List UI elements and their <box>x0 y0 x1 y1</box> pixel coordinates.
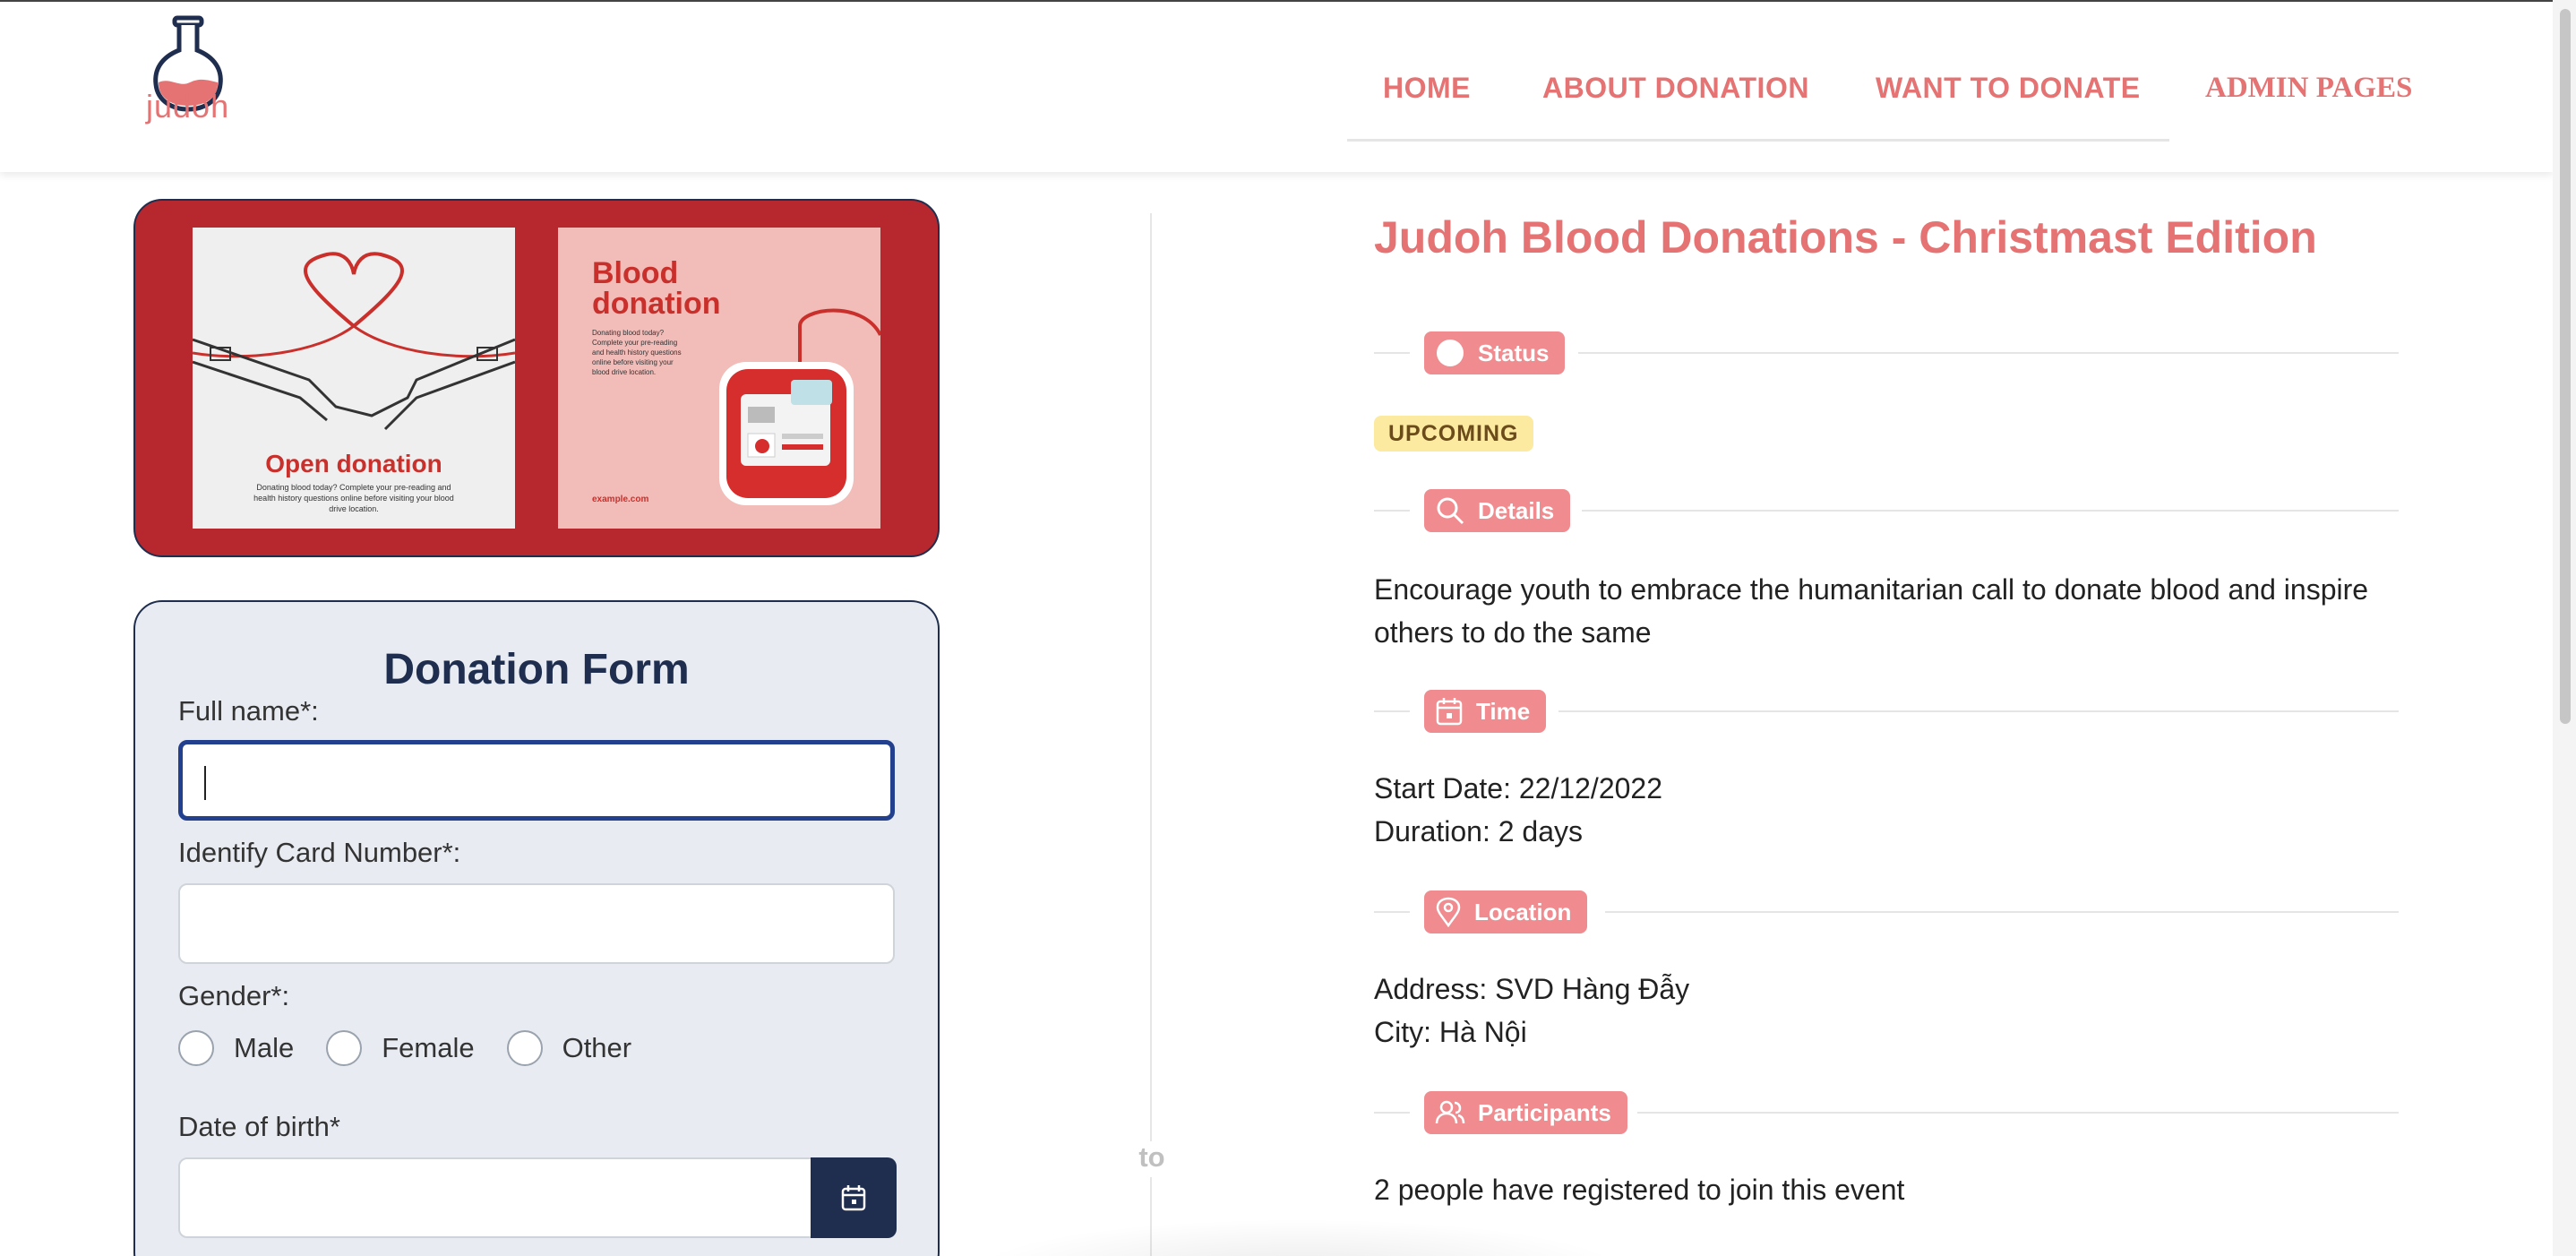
gender-radio-other[interactable] <box>506 1030 543 1066</box>
donation-form: Donation Form Full name*: Identify Card … <box>133 600 940 1256</box>
dob-label: Date of birth* <box>178 1111 340 1142</box>
users-icon <box>1435 1100 1465 1124</box>
poster1-text: Donating blood today? Complete your pre-… <box>253 483 454 513</box>
status-badge: UPCOMING <box>1374 416 1533 452</box>
poster-blood-donation: Blood donation Donating blood today? Com… <box>558 228 880 529</box>
event-banner: Open donation Donating blood today? Comp… <box>133 199 940 557</box>
scrollbar-thumb[interactable] <box>2560 9 2571 724</box>
time-chip-label: Time <box>1476 697 1531 725</box>
poster1-title: Open donation <box>265 450 442 477</box>
status-chip: Status <box>1424 331 1566 374</box>
full-name-input[interactable] <box>178 740 895 821</box>
gender-radio-group: Male Female Other <box>178 1028 664 1068</box>
details-chip-label: Details <box>1478 496 1555 524</box>
divider-label: to <box>1132 1141 1172 1177</box>
form-title: Donation Form <box>383 646 690 693</box>
logo-text[interactable]: judoh <box>146 88 229 125</box>
gender-radio-female[interactable] <box>326 1030 363 1066</box>
participants-chip-label: Participants <box>1478 1098 1611 1126</box>
gender-label-female: Female <box>382 1032 475 1063</box>
time-chip: Time <box>1424 690 1547 733</box>
map-pin-icon <box>1436 897 1461 927</box>
gender-label: Gender*: <box>178 980 290 1011</box>
gender-label-other: Other <box>562 1032 632 1063</box>
participants-chip: Participants <box>1424 1091 1627 1134</box>
dob-input[interactable] <box>178 1157 814 1238</box>
toggle-icon <box>1437 340 1464 366</box>
calendar-button[interactable] <box>811 1157 897 1238</box>
poster-open-donation: Open donation Donating blood today? Comp… <box>192 228 516 529</box>
nav-home[interactable]: HOME <box>1383 72 1471 105</box>
nav-admin-pages[interactable]: ADMIN PAGES <box>2205 72 2412 105</box>
details-chip: Details <box>1424 489 1571 532</box>
text-caret <box>204 766 206 800</box>
poster2-url: example.com <box>592 495 649 504</box>
event-title: Judoh Blood Donations - Christmast Editi… <box>1374 212 2317 262</box>
gender-radio-male[interactable] <box>178 1030 214 1066</box>
main-nav: HOME ABOUT DONATION WANT TO DONATE <box>1347 38 2169 142</box>
bottom-shadow <box>967 1218 1630 1256</box>
site-header: judoh HOME ABOUT DONATION WANT TO DONATE… <box>0 2 2553 172</box>
details-text: Encourage youth to embrace the humanitar… <box>1374 573 2369 649</box>
nav-about-donation[interactable]: ABOUT DONATION <box>1542 72 1809 105</box>
address: Address: SVD Hàng Đẫy <box>1374 973 1690 1005</box>
id-card-input[interactable] <box>178 883 895 964</box>
participants-text: 2 people have registered to join this ev… <box>1374 1174 1905 1206</box>
location-chip: Location <box>1424 890 1588 933</box>
poster2-title-line1: Blood <box>592 256 679 290</box>
location-chip-label: Location <box>1474 898 1572 925</box>
calendar-icon <box>841 1185 866 1211</box>
nav-want-to-donate[interactable]: WANT TO DONATE <box>1876 72 2141 105</box>
city: City: Hà Nội <box>1374 1016 1527 1048</box>
vertical-divider <box>1150 213 1152 1256</box>
id-card-label: Identify Card Number*: <box>178 837 461 868</box>
full-name-label: Full name*: <box>178 695 319 727</box>
poster2-text: Donating blood today? Complete your pre-… <box>592 329 682 376</box>
gender-label-male: Male <box>234 1032 295 1063</box>
duration: Duration: 2 days <box>1374 815 1584 847</box>
status-chip-label: Status <box>1478 339 1550 366</box>
start-date: Start Date: 22/12/2022 <box>1374 772 1662 804</box>
calendar-icon <box>1436 698 1463 726</box>
search-icon <box>1437 497 1464 525</box>
blood-bag-icon <box>719 308 880 505</box>
